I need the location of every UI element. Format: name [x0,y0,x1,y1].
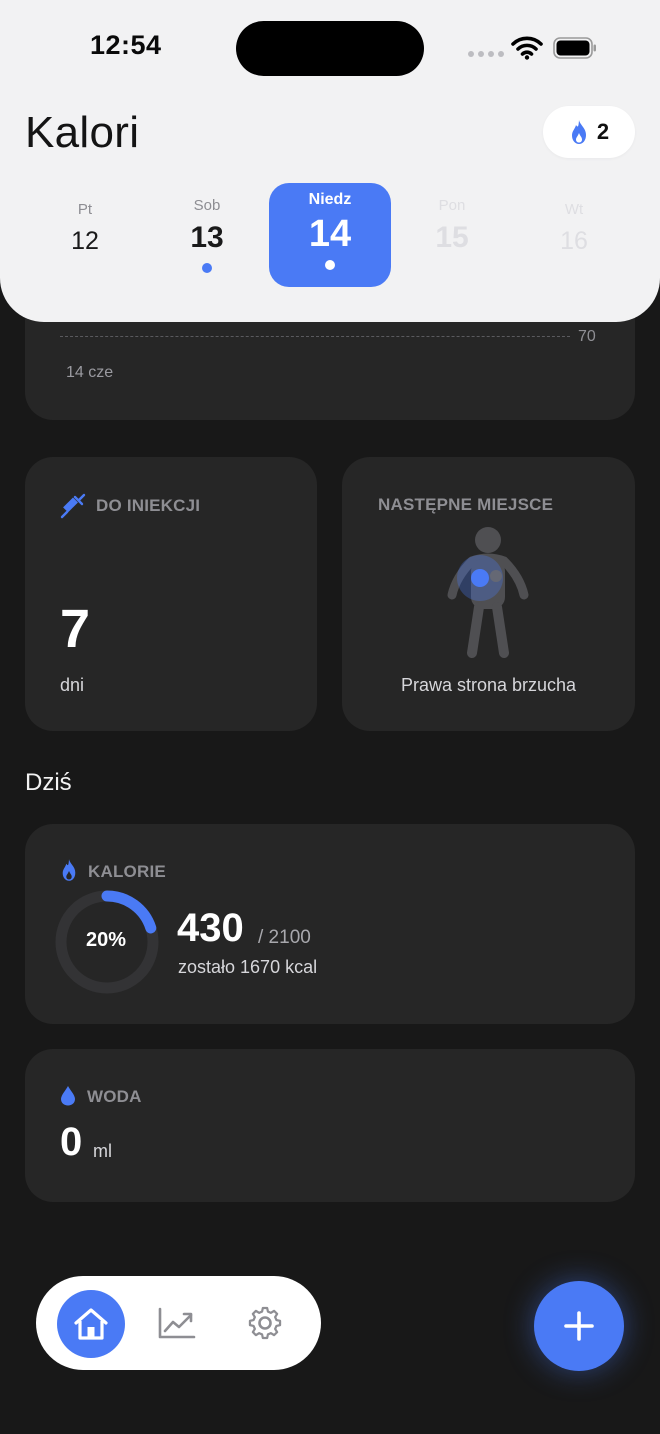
flame-icon [571,120,586,144]
calories-label: KALORIE [88,862,166,881]
water-card[interactable]: WODA [25,1049,635,1202]
injection-days-unit: dni [60,675,85,695]
day-name: Pt [77,201,93,218]
injection-days-value: 7 [60,599,91,659]
cellular-signal-icon [468,51,504,57]
syringe-icon [60,493,86,519]
goal-line [60,336,570,337]
goal-line-value: 70 [578,328,596,345]
day-number: 16 [560,227,588,255]
calories-card[interactable]: KALORIE [25,824,635,1024]
day-item-pon[interactable]: Pon 15 [402,197,502,255]
calories-percent: 20% [85,929,127,951]
activity-dot [202,263,212,273]
streak-badge[interactable]: 2 [543,106,635,158]
dynamic-island [236,21,424,76]
day-item-wt[interactable]: Wt 16 [524,201,624,256]
water-unit: ml [93,1141,112,1161]
day-number: 14 [308,213,352,255]
stats-icon[interactable] [157,1306,197,1340]
header-sheet: 12:54 Kalori 2 Pt 12 Sob 13 Niedz 14 Pon… [0,0,660,322]
body-diagram-icon [447,527,529,658]
water-value: 0 [60,1120,83,1164]
plus-icon [564,1311,594,1341]
streak-count: 2 [596,119,610,144]
next-site-label: NASTĘPNE MIEJSCE [378,495,554,514]
app-title: Kalori [25,108,140,157]
calories-consumed: 430 [177,906,244,950]
day-number: 15 [435,221,469,254]
today-heading: Dziś [25,769,72,796]
water-label: WODA [87,1087,142,1106]
day-name: Niedz [308,191,352,208]
day-name: Sob [193,197,221,214]
injection-label: DO INIEKCJI [96,496,201,515]
day-item-pt[interactable]: Pt 12 [35,201,135,256]
calories-remaining: zostało 1670 kcal [178,957,318,977]
calories-goal: / 2100 [258,927,311,948]
home-icon [74,1308,108,1340]
next-site-name: Prawa strona brzucha [400,675,577,695]
day-name: Wt [564,201,584,218]
add-button[interactable] [534,1281,624,1371]
day-item-niedz-selected[interactable]: Niedz 14 [269,183,391,287]
flame-icon [62,859,76,881]
status-time: 12:54 [90,30,162,60]
day-number: 13 [190,221,224,254]
activity-dot [325,260,335,270]
bottom-nav [36,1276,321,1370]
settings-icon[interactable] [246,1304,284,1342]
battery-icon [553,37,596,59]
wifi-icon [511,36,543,60]
day-number: 12 [71,227,99,255]
day-item-sob[interactable]: Sob 13 [157,197,257,273]
day-name: Pon [438,197,466,214]
nav-home-button[interactable] [57,1290,125,1358]
water-drop-icon [61,1086,75,1106]
chart-date-label: 14 cze [66,364,114,381]
